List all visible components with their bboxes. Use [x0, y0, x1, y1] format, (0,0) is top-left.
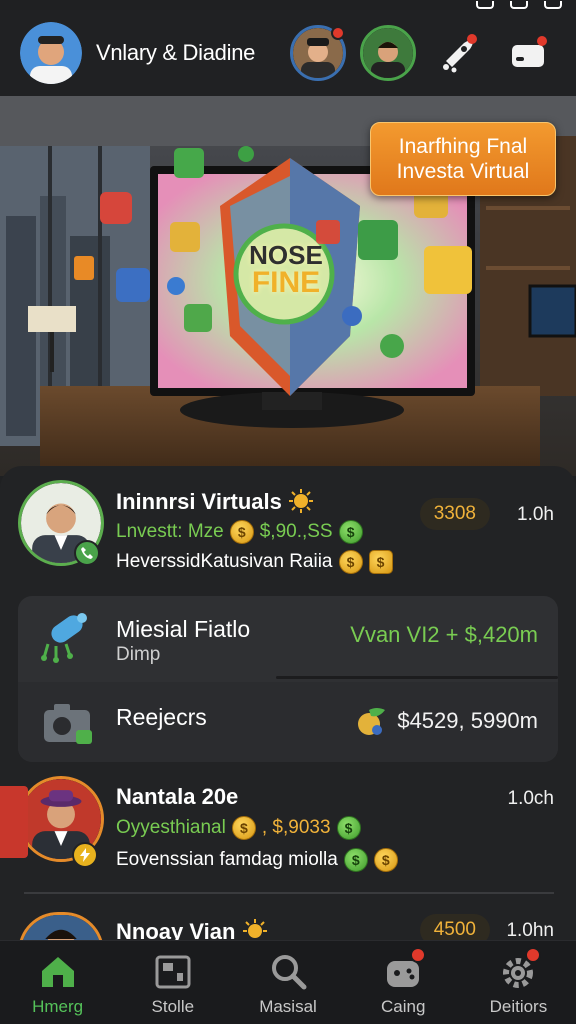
camera-icon	[44, 704, 92, 744]
post-author-name: Ininnrsi Virtuals	[116, 488, 314, 515]
nav-label-settings: Deitiors	[489, 997, 548, 1016]
notification-icon[interactable]	[500, 25, 556, 81]
stat-subtitle: Dimp	[116, 644, 161, 665]
stat-row-secondary[interactable]: Reejecrs $4529, 5990m	[18, 682, 558, 762]
gold-coin-icon: $	[229, 520, 254, 544]
post-investment-amount: $,90.,SS	[259, 521, 333, 542]
post-description: Eovenssian famdag miolla	[116, 849, 338, 870]
header-actions	[290, 25, 556, 81]
battery-icon	[544, 1, 562, 9]
settings-badge	[524, 947, 541, 963]
rocket-icon[interactable]	[430, 25, 486, 81]
post-description-line: HeverssidKatusivan Raiia $ $	[116, 550, 393, 574]
hero-screen-logo: NOSE FINE	[236, 240, 336, 299]
post-author-text: Ininnrsi Virtuals	[116, 489, 282, 514]
post-investment-label: Lnvestt: Mze	[116, 521, 224, 542]
stat-value-secondary-text: $4529, 5990m	[397, 708, 538, 733]
gold-coin-icon: $	[231, 816, 256, 840]
post-timestamp: 1.0h	[517, 504, 554, 525]
friend-avatar-1[interactable]	[290, 25, 346, 81]
signal-icon	[510, 1, 528, 9]
coin-stack-icon: $	[368, 550, 393, 574]
user-avatar[interactable]	[20, 22, 82, 84]
hero-screen-line1: NOSE	[249, 240, 323, 270]
wifi-icon	[476, 1, 494, 9]
post-description: HeverssidKatusivan Raiia	[116, 551, 333, 572]
store-icon	[155, 955, 191, 989]
hero-screen-line2: FINE	[251, 266, 321, 299]
feed-separator	[24, 892, 554, 894]
post-description-line: Eovenssian famdag miolla $ $	[116, 848, 398, 872]
promo-badge-line2: Investa Virtual	[396, 160, 530, 183]
nav-item-gaming[interactable]: Caing	[346, 941, 461, 1024]
gaming-badge	[409, 947, 426, 963]
search-icon	[272, 955, 307, 990]
gold-coin-icon: $	[373, 848, 398, 872]
nav-label-search: Masisal	[259, 997, 317, 1016]
nav-item-home[interactable]: Hmerg	[0, 941, 115, 1024]
phone-icon	[74, 540, 100, 566]
post-score-badge: 3308	[419, 498, 490, 530]
friend-1-badge	[331, 26, 345, 40]
post-investment-amount: , $,9033	[261, 817, 331, 838]
side-tab-indicator[interactable]	[0, 786, 28, 858]
lightning-icon	[72, 842, 98, 868]
nav-label-home: Hmerg	[32, 997, 84, 1016]
stat-value-gain: Vvan VI2 + $,420m	[350, 622, 538, 647]
promo-badge[interactable]: Inarfhing Fnal Investa Virtual	[370, 122, 556, 196]
stat-divider	[276, 676, 558, 679]
stat-title: Miesial Fiatlo	[116, 616, 251, 642]
home-icon	[41, 957, 74, 987]
post-author-name: Nantala 20e	[116, 784, 239, 809]
feed-panel: Ininnrsi Virtuals Lnvestt: Mze $ $,90.,S…	[0, 466, 576, 952]
post-timestamp: 1.0ch	[507, 788, 554, 809]
friend-avatar-2[interactable]	[360, 25, 416, 81]
header-title: Vnlary & Diadine	[96, 40, 256, 65]
nav-label-store: Stolle	[151, 997, 195, 1016]
green-coin-icon: $	[343, 848, 368, 872]
syringe-icon	[41, 613, 87, 663]
nav-item-search[interactable]: Masisal	[230, 941, 345, 1024]
money-bag-icon	[358, 708, 386, 735]
stat-row-primary[interactable]: Miesial Fiatlo Dimp Vvan VI2 + $,420m	[18, 596, 558, 676]
stats-panel: Miesial Fiatlo Dimp Vvan VI2 + $,420m Re…	[18, 596, 558, 762]
gold-coin-icon: $	[338, 550, 363, 574]
post-timestamp: 1.0hn	[506, 920, 554, 941]
bottom-navigation: Hmerg Stolle Masisal Caing Deitiors	[0, 940, 576, 1024]
stat-title-secondary: Reejecrs	[116, 704, 207, 730]
stat-value-secondary: $4529, 5990m	[355, 706, 538, 736]
top-header: Vnlary & Diadine	[0, 10, 576, 96]
promo-badge-line1: Inarfhing Fnal	[398, 135, 528, 158]
nav-item-settings[interactable]: Deitiors	[461, 941, 576, 1024]
nav-label-gaming: Caing	[381, 997, 426, 1016]
sun-icon	[288, 489, 313, 513]
green-coin-icon: $	[338, 520, 363, 544]
app-root: Vnlary & Diadine NOSE FINE Inarfhing Fna…	[0, 0, 576, 1024]
nav-item-store[interactable]: Stolle	[115, 941, 230, 1024]
green-coin-icon: $	[336, 816, 361, 840]
status-bar	[476, 0, 562, 10]
hero-banner-image[interactable]: NOSE FINE Inarfhing Fnal Investa Virtual	[0, 96, 576, 476]
post-investment-label: Oyyesthianal	[116, 817, 226, 838]
post-investment-line: Lnvestt: Mze $ $,90.,SS $	[116, 520, 363, 544]
post-investment-line: Oyyesthianal $ , $,9033 $	[116, 816, 361, 840]
